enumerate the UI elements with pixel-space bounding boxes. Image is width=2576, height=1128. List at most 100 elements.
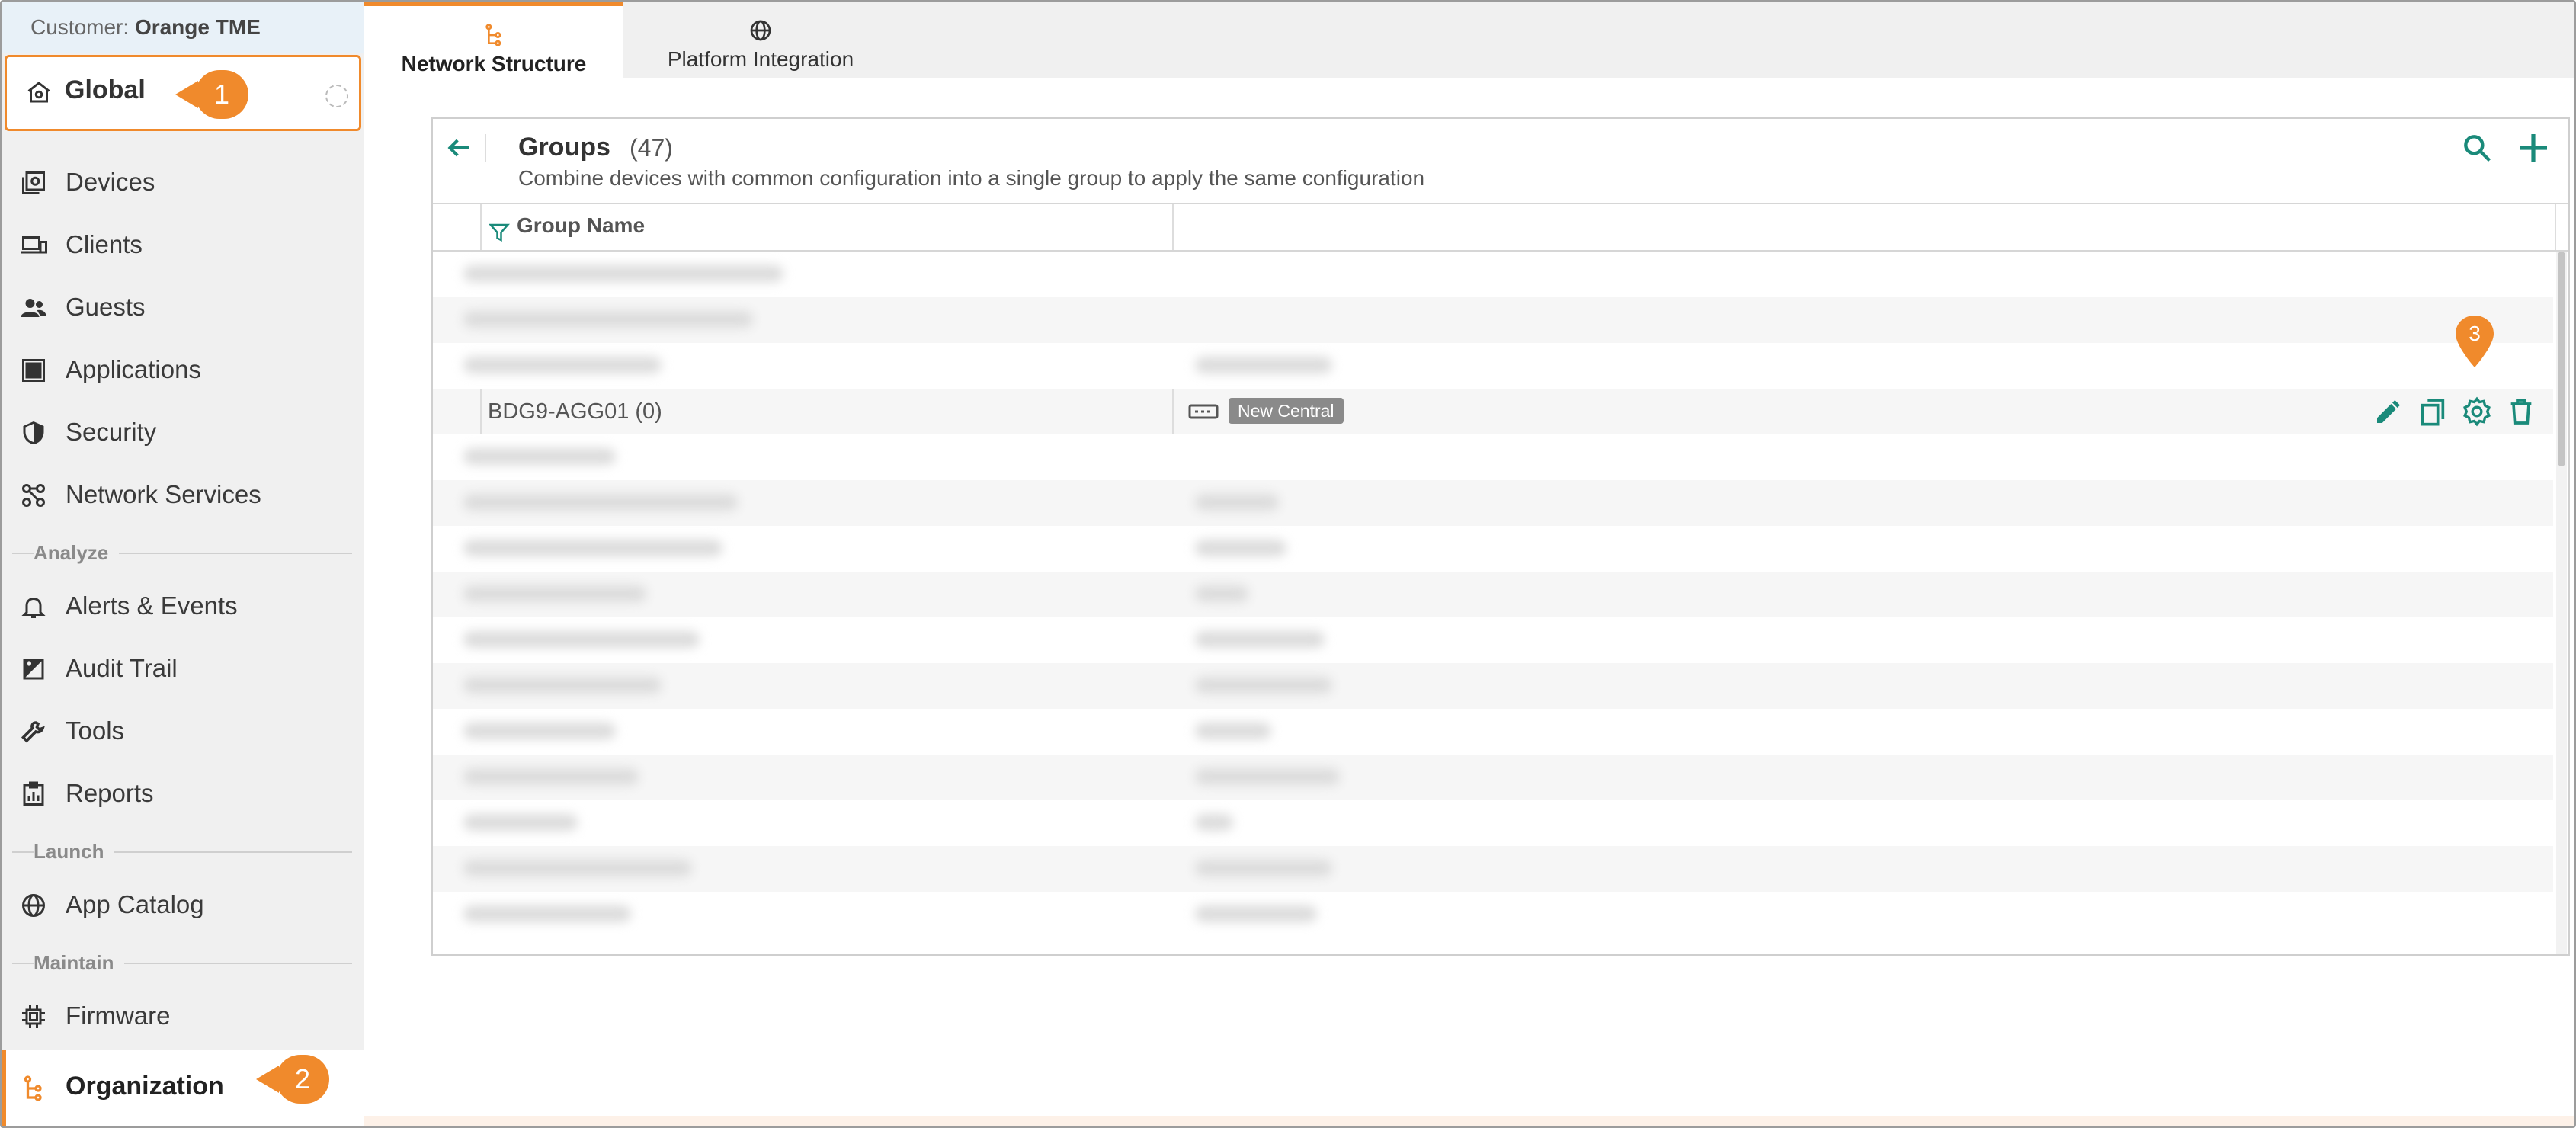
section-label: Launch [34, 840, 115, 864]
sidebar-item-applications[interactable]: Applications [2, 340, 364, 401]
sidebar-item-guests[interactable]: Guests [2, 277, 364, 338]
sidebar-item-reports[interactable]: Reports [2, 764, 364, 825]
table-scrollbar[interactable] [2556, 252, 2567, 954]
sidebar-item-label: Reports [66, 779, 154, 807]
sidebar-item-label: Security [66, 418, 157, 446]
panel-subtitle: Combine devices with common configuratio… [518, 166, 1425, 190]
table-row[interactable] [433, 755, 2553, 800]
home-icon [27, 82, 50, 103]
table-row[interactable] [433, 846, 2553, 892]
network-services-icon [22, 484, 45, 507]
sidebar-item-security[interactable]: Security [2, 402, 364, 463]
bell-icon [21, 597, 46, 618]
section-label: Analyze [34, 541, 120, 565]
section-maintain: Maintain [12, 951, 352, 975]
main-content: Network Structure Platform Integration G… [364, 2, 2574, 1126]
panel-title: Groups [518, 133, 610, 162]
table-row[interactable] [433, 800, 2553, 846]
table-row-selected[interactable]: BDG9-AGG01 (0) New Central [433, 389, 2553, 434]
sidebar-item-label: Tools [66, 716, 125, 745]
table-row[interactable] [433, 526, 2553, 572]
bottom-strip [364, 1116, 2574, 1126]
table-row[interactable] [433, 617, 2553, 663]
sidebar-item-label: Clients [66, 230, 143, 258]
sidebar-item-app-catalog[interactable]: App Catalog [2, 875, 364, 936]
gateway-device-icon [1188, 404, 1219, 419]
sidebar-item-label: Organization [66, 1072, 224, 1101]
callout-3: 3 [2454, 314, 2495, 369]
guests-icon [21, 299, 46, 317]
group-count: (47) [630, 134, 673, 162]
table-row[interactable] [433, 343, 2553, 389]
shield-icon [23, 421, 44, 444]
section-label: Maintain [34, 951, 125, 975]
groups-table-body: BDG9-AGG01 (0) New Central [433, 252, 2553, 954]
panel-header: Groups (47) Combine devices with common … [433, 119, 2568, 204]
customer-name: Orange TME [134, 15, 261, 39]
organization-icon [24, 1075, 42, 1101]
sidebar-item-network-services[interactable]: Network Services [2, 465, 364, 526]
add-icon[interactable] [2515, 130, 2552, 166]
sidebar-item-label: Guests [66, 293, 146, 321]
scrollbar-thumb[interactable] [2558, 252, 2565, 466]
sidebar-item-clients[interactable]: Clients [2, 215, 364, 276]
customer-label: Customer: Orange TME [2, 2, 364, 53]
sidebar-item-alerts-events[interactable]: Alerts & Events [2, 576, 364, 637]
table-row[interactable] [433, 709, 2553, 755]
groups-panel: Groups (47) Combine devices with common … [431, 117, 2570, 956]
tab-label: Platform Integration [667, 47, 854, 71]
customer-prefix: Customer: [30, 15, 130, 39]
applications-icon [22, 359, 45, 382]
edit-icon[interactable] [2373, 396, 2404, 427]
tab-label: Network Structure [401, 52, 587, 75]
active-indicator [2, 1050, 6, 1126]
scope-label: Global [65, 75, 146, 104]
column-header-group-name[interactable]: Group Name [517, 213, 645, 238]
trash-icon[interactable] [2506, 396, 2536, 427]
callout-1: 1 [175, 70, 248, 119]
table-row[interactable] [433, 297, 2553, 343]
filter-icon[interactable] [488, 221, 511, 244]
sidebar-item-label: Firmware [66, 1001, 171, 1030]
sidebar-item-label: Devices [66, 168, 155, 196]
sidebar-item-label: Network Services [66, 480, 261, 508]
table-row[interactable] [433, 892, 2553, 937]
table-row[interactable] [433, 252, 2553, 297]
table-header: Group Name [433, 204, 2568, 252]
back-arrow-icon[interactable] [444, 133, 474, 163]
sidebar-item-audit-trail[interactable]: Audit Trail [2, 639, 364, 700]
table-row[interactable] [433, 572, 2553, 617]
sidebar-item-devices[interactable]: Devices [2, 152, 364, 213]
tab-bar: Network Structure Platform Integration [364, 2, 2574, 78]
status-badge: New Central [1229, 398, 1344, 424]
table-row[interactable] [433, 434, 2553, 480]
tab-network-structure[interactable]: Network Structure [364, 2, 623, 78]
app-window: Customer: Orange TME Global Devices Clie… [0, 0, 2576, 1128]
search-icon[interactable] [2460, 131, 2494, 165]
wrench-icon [21, 721, 45, 743]
reports-icon [23, 781, 44, 806]
clients-icon [21, 236, 47, 254]
section-launch: Launch [12, 840, 352, 864]
sidebar-item-label: Applications [66, 355, 201, 383]
section-analyze: Analyze [12, 541, 352, 565]
gear-icon[interactable] [2462, 396, 2492, 427]
table-row[interactable] [433, 663, 2553, 709]
group-name-cell[interactable]: BDG9-AGG01 (0) [488, 399, 662, 425]
table-row[interactable] [433, 480, 2553, 526]
devices-icon [22, 171, 45, 194]
loading-spinner-icon [325, 85, 348, 107]
sidebar-item-label: Alerts & Events [66, 591, 238, 620]
globe-icon [22, 894, 45, 917]
sidebar-item-tools[interactable]: Tools [2, 701, 364, 762]
sidebar-item-firmware[interactable]: Firmware [2, 986, 364, 1047]
audit-trail-icon [23, 659, 44, 680]
sidebar-item-label: Audit Trail [66, 654, 178, 682]
copy-icon[interactable] [2417, 396, 2448, 427]
tab-platform-integration[interactable]: Platform Integration [623, 2, 898, 78]
sidebar: Customer: Orange TME Global Devices Clie… [2, 2, 364, 1126]
globe-icon [750, 20, 771, 41]
chip-icon [22, 1005, 45, 1028]
callout-2: 2 [256, 1055, 329, 1104]
sidebar-item-label: App Catalog [66, 890, 204, 918]
